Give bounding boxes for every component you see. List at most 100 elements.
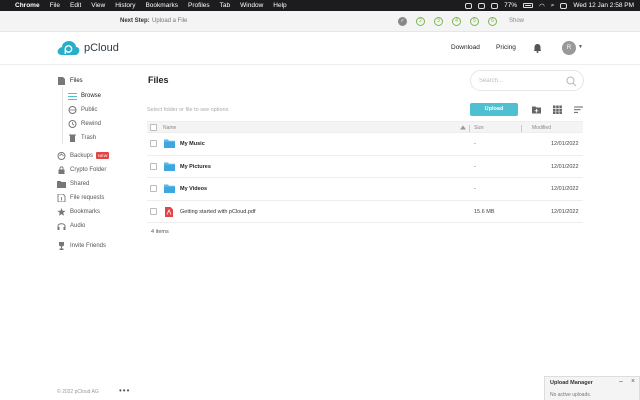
status-icon[interactable] xyxy=(491,2,499,9)
table-row[interactable]: My Pictures - 12/01/2022 xyxy=(147,156,583,178)
file-modified: 12/01/2022 xyxy=(551,186,579,192)
menu-profiles[interactable]: Profiles xyxy=(188,2,210,9)
step-1-done[interactable]: ✓ xyxy=(398,17,407,26)
search-icon[interactable]: ⌕ xyxy=(551,2,555,10)
sidebar-item-audio[interactable]: Audio xyxy=(57,220,85,231)
sidebar-item-shared[interactable]: Shared xyxy=(57,178,89,189)
battery-icon[interactable] xyxy=(523,3,534,8)
next-step-task[interactable]: Upload a File xyxy=(152,18,187,24)
sort-ascending-icon[interactable] xyxy=(460,125,466,130)
sidebar-item-rewind[interactable]: Rewind xyxy=(68,118,101,129)
table-row[interactable]: Getting started with pCloud.pdf 15.6 MB … xyxy=(147,201,583,223)
step-6[interactable]: 6 xyxy=(488,17,497,26)
select-all-checkbox[interactable] xyxy=(150,124,157,131)
sidebar-item-label: Invite Friends xyxy=(70,242,107,249)
battery-percent: 77% xyxy=(504,2,518,9)
sidebar-item-label: Browse xyxy=(81,92,102,99)
sidebar-item-label: Public xyxy=(81,106,98,113)
step-5[interactable]: 5 xyxy=(470,17,479,26)
pricing-link[interactable]: Pricing xyxy=(496,44,516,51)
status-icon[interactable] xyxy=(478,2,486,9)
search-input[interactable] xyxy=(479,76,559,86)
sort-icon[interactable] xyxy=(574,105,583,114)
sidebar-item-invite-friends[interactable]: Invite Friends xyxy=(57,240,106,251)
column-size[interactable]: Size xyxy=(474,125,484,131)
table-header: Name Size Modified xyxy=(147,121,583,133)
grid-view-icon[interactable] xyxy=(553,105,562,114)
file-modified: 12/01/2022 xyxy=(551,163,579,170)
chevron-down-icon[interactable]: ▼ xyxy=(578,44,583,50)
menu-view[interactable]: View xyxy=(91,2,105,9)
new-folder-icon[interactable] xyxy=(532,105,541,114)
file-name[interactable]: My Music xyxy=(180,141,205,147)
sidebar-item-bookmarks[interactable]: Bookmarks xyxy=(57,206,100,217)
upload-manager-title[interactable]: Upload Manager xyxy=(550,380,593,386)
clock[interactable]: Wed 12 Jan 2:58 PM xyxy=(573,2,634,9)
menu-file[interactable]: File xyxy=(50,2,60,9)
folder-icon xyxy=(164,184,175,193)
list-icon xyxy=(68,92,77,100)
menu-bookmarks[interactable]: Bookmarks xyxy=(145,2,178,9)
file-size: - xyxy=(474,141,476,147)
wifi-icon[interactable]: ◠ xyxy=(539,2,545,10)
status-icon[interactable] xyxy=(465,2,473,9)
file-name[interactable]: Getting started with pCloud.pdf xyxy=(180,209,256,215)
step-2[interactable]: 2 xyxy=(416,17,425,26)
search-box[interactable] xyxy=(470,70,584,91)
sidebar-item-file-requests[interactable]: File requests xyxy=(57,192,104,203)
row-checkbox[interactable] xyxy=(150,140,157,147)
sidebar-item-label: Backups xyxy=(70,152,94,159)
table-row[interactable]: My Music - 12/01/2022 xyxy=(147,133,583,156)
sidebar-item-label: File requests xyxy=(70,194,105,201)
step-4[interactable]: 4 xyxy=(452,17,461,26)
sidebar-item-label: Bookmarks xyxy=(70,208,101,215)
sidebar-item-trash[interactable]: Trash xyxy=(68,132,96,143)
close-icon[interactable]: × xyxy=(631,378,635,385)
upload-status: No active uploads. xyxy=(550,392,592,398)
file-modified: 12/01/2022 xyxy=(551,208,579,215)
file-name[interactable]: My Pictures xyxy=(180,164,211,170)
search-icon[interactable] xyxy=(566,76,577,87)
minimize-icon[interactable]: – xyxy=(619,378,623,385)
globe-icon xyxy=(68,105,77,114)
pcloud-logo-icon[interactable] xyxy=(57,40,80,56)
more-options-icon[interactable]: ••• xyxy=(119,386,130,395)
row-checkbox[interactable] xyxy=(150,207,157,215)
sidebar-item-backups[interactable]: Backups NEW xyxy=(57,150,110,161)
file-size: - xyxy=(474,163,476,170)
menu-help[interactable]: Help xyxy=(273,2,286,9)
sidebar-item-public[interactable]: Public xyxy=(68,104,97,115)
trash-icon xyxy=(69,134,76,142)
menu-window[interactable]: Window xyxy=(240,2,263,9)
sidebar-item-label: Audio xyxy=(70,222,86,229)
bell-icon[interactable] xyxy=(533,43,542,53)
avatar[interactable]: R xyxy=(562,41,576,55)
column-name[interactable]: Name xyxy=(163,125,176,131)
menu-chrome[interactable]: Chrome xyxy=(15,2,40,9)
subnav-line xyxy=(62,87,63,144)
menu-tab[interactable]: Tab xyxy=(220,2,230,9)
download-link[interactable]: Download xyxy=(451,44,480,51)
step-3[interactable]: 3 xyxy=(434,17,443,26)
folder-icon xyxy=(164,139,175,148)
file-request-icon xyxy=(57,193,66,202)
upload-button[interactable]: Upload xyxy=(470,103,518,116)
row-checkbox[interactable] xyxy=(150,162,157,170)
sidebar-item-crypto-folder[interactable]: Crypto Folder xyxy=(57,164,106,175)
page-title: Files xyxy=(148,75,169,85)
sidebar: Files Browse Public Rewind Trash Backups… xyxy=(0,66,140,400)
column-modified[interactable]: Modified xyxy=(532,125,551,131)
sidebar-item-browse[interactable]: Browse xyxy=(68,90,101,101)
menu-edit[interactable]: Edit xyxy=(70,2,81,9)
file-icon xyxy=(58,76,65,85)
next-step-bar: Next Step: Upload a File ✓ 2 3 4 5 6 Sho… xyxy=(0,11,640,32)
brand-name[interactable]: pCloud xyxy=(84,42,119,54)
row-checkbox[interactable] xyxy=(150,185,157,192)
control-center-icon[interactable] xyxy=(560,2,568,9)
menu-history[interactable]: History xyxy=(115,2,135,9)
lock-icon xyxy=(58,165,65,174)
file-name[interactable]: My Videos xyxy=(180,186,207,192)
sidebar-item-files[interactable]: Files xyxy=(57,75,83,86)
table-row[interactable]: My Videos - 12/01/2022 xyxy=(147,178,583,201)
show-steps-link[interactable]: Show xyxy=(509,18,524,24)
